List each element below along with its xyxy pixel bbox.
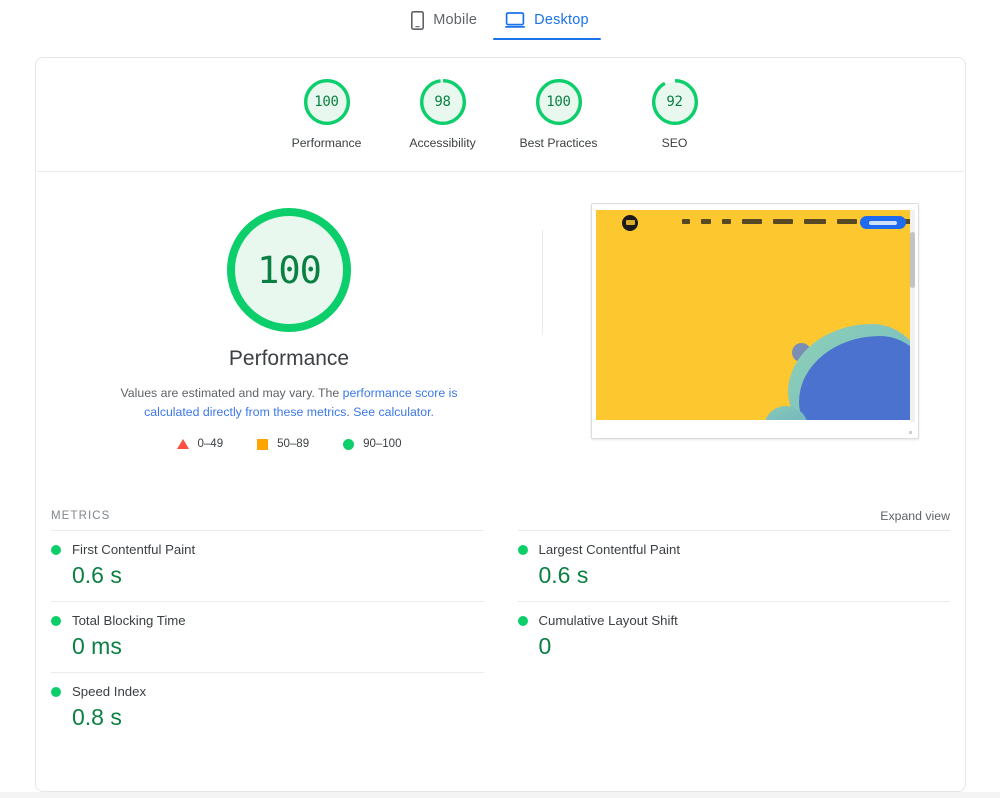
legend-item: 50–89 — [257, 438, 309, 450]
description-text-before: Values are estimated and may vary. The — [120, 386, 343, 400]
legend-circle-icon — [343, 438, 355, 450]
tab-desktop[interactable]: Desktop — [491, 0, 603, 40]
metric-name: Speed Index — [72, 684, 147, 699]
category-gauge: 98 — [419, 79, 466, 125]
metric-name: Total Blocking Time — [72, 613, 186, 628]
mobile-phone-icon — [411, 10, 425, 30]
pagespeed-report: Mobile Desktop 100 Performance 98 Access… — [0, 0, 1000, 798]
tab-desktop-label: Desktop — [534, 12, 589, 28]
category-gauge-value: 92 — [666, 94, 683, 110]
metric-value: 0.8 s — [72, 704, 122, 730]
page-bottom-strip — [0, 792, 1000, 798]
metric-value: 0 ms — [72, 633, 122, 659]
category-score-seo[interactable]: 92 SEO — [617, 79, 733, 150]
performance-summary: 100 Performance Values are estimated and… — [36, 172, 542, 502]
category-gauge-value: 100 — [314, 94, 339, 110]
thumbnail-nav-link — [772, 219, 793, 224]
metric-status-dot-icon — [51, 544, 61, 555]
thumbnail-corner-mark — [908, 431, 912, 434]
category-score-label: Accessibility — [409, 136, 476, 150]
expand-view-button[interactable]: Expand view — [880, 509, 950, 523]
metric-row[interactable]: Largest Contentful Paint 0.6 s — [517, 530, 951, 601]
performance-description: Values are estimated and may vary. The p… — [93, 384, 485, 422]
metrics-grid: First Contentful Paint 0.6 s Total Block… — [36, 530, 965, 743]
metric-status-dot-icon — [517, 615, 528, 626]
final-screenshot-thumbnail[interactable] — [590, 203, 919, 439]
thumbnail-nav-link — [836, 219, 857, 224]
category-gauge: 100 — [303, 79, 350, 125]
metric-head: Cumulative Layout Shift — [517, 613, 951, 628]
legend-label: 90–100 — [363, 438, 402, 450]
thumbnail-navbar — [596, 210, 914, 236]
metric-head: Total Blocking Time — [51, 613, 484, 628]
thumbnail-nav-link — [681, 219, 690, 224]
legend-label: 50–89 — [277, 438, 310, 450]
metric-status-dot-icon — [51, 615, 61, 626]
metric-value: 0.6 s — [538, 562, 589, 588]
metric-name: Cumulative Layout Shift — [538, 613, 678, 628]
final-screenshot-area — [542, 172, 965, 502]
metric-status-dot-icon — [51, 686, 61, 697]
thumbnail-cta-button — [859, 216, 906, 229]
performance-hero: 100 Performance Values are estimated and… — [36, 172, 965, 502]
legend-item: 90–100 — [343, 438, 401, 450]
legend-item: 0–49 — [176, 438, 224, 450]
see-calculator-link[interactable]: See calculator. — [353, 405, 434, 419]
metric-value: 0.6 s — [72, 562, 122, 588]
thumbnail-nav-link — [803, 219, 826, 224]
metrics-header: METRICS Expand view — [36, 502, 965, 530]
category-score-accessibility[interactable]: 98 Accessibility — [385, 79, 501, 150]
category-score-label: Best Practices — [519, 136, 598, 150]
tab-mobile-label: Mobile — [433, 12, 478, 28]
category-scores: 100 Performance 98 Accessibility 100 Bes… — [36, 58, 965, 171]
form-factor-tabs: Mobile Desktop — [0, 0, 1000, 42]
thumbnail-page-content — [595, 210, 914, 420]
thumbnail-nav-link — [741, 219, 762, 224]
tab-mobile[interactable]: Mobile — [397, 0, 491, 40]
thumbnail-nav-link — [721, 219, 731, 224]
category-score-label: SEO — [661, 136, 688, 150]
metrics-column-right: Largest Contentful Paint 0.6 s Cumulativ… — [517, 530, 951, 743]
metrics-column-left: First Contentful Paint 0.6 s Total Block… — [51, 530, 484, 743]
performance-gauge: 100 — [227, 208, 351, 332]
metric-name: Largest Contentful Paint — [538, 542, 681, 557]
legend-square-icon — [257, 438, 269, 450]
thumbnail-site-logo-icon — [621, 215, 638, 231]
desktop-monitor-icon — [505, 12, 526, 28]
performance-title: Performance — [228, 347, 350, 370]
metric-status-dot-icon — [517, 544, 528, 555]
category-gauge: 92 — [651, 79, 698, 125]
metric-row[interactable]: Speed Index 0.8 s — [51, 672, 484, 743]
category-score-label: Performance — [291, 136, 362, 150]
category-gauge-value: 100 — [546, 94, 571, 110]
legend-triangle-icon — [176, 439, 189, 449]
metric-value: 0 — [538, 633, 552, 659]
metric-row[interactable]: Total Blocking Time 0 ms — [51, 601, 484, 672]
category-score-performance[interactable]: 100 Performance — [269, 79, 385, 150]
performance-gauge-value: 100 — [257, 248, 322, 292]
legend-label: 0–49 — [197, 438, 224, 450]
score-legend: 0–49 50–89 90–100 — [176, 438, 401, 450]
metric-head: First Contentful Paint — [51, 542, 484, 557]
category-score-best-practices[interactable]: 100 Best Practices — [501, 79, 617, 150]
metric-head: Speed Index — [51, 684, 484, 699]
metric-head: Largest Contentful Paint — [517, 542, 951, 557]
category-gauge-value: 98 — [434, 94, 451, 110]
metric-row[interactable]: First Contentful Paint 0.6 s — [51, 530, 484, 601]
metric-row[interactable]: Cumulative Layout Shift 0 — [517, 601, 951, 672]
category-gauge: 100 — [535, 79, 582, 125]
report-card: 100 Performance 98 Accessibility 100 Bes… — [35, 57, 966, 792]
thumbnail-scrollbar-thumb[interactable] — [909, 232, 915, 288]
thumbnail-nav-link — [700, 219, 711, 224]
metrics-title: METRICS — [51, 510, 111, 522]
metric-name: First Contentful Paint — [72, 542, 196, 557]
